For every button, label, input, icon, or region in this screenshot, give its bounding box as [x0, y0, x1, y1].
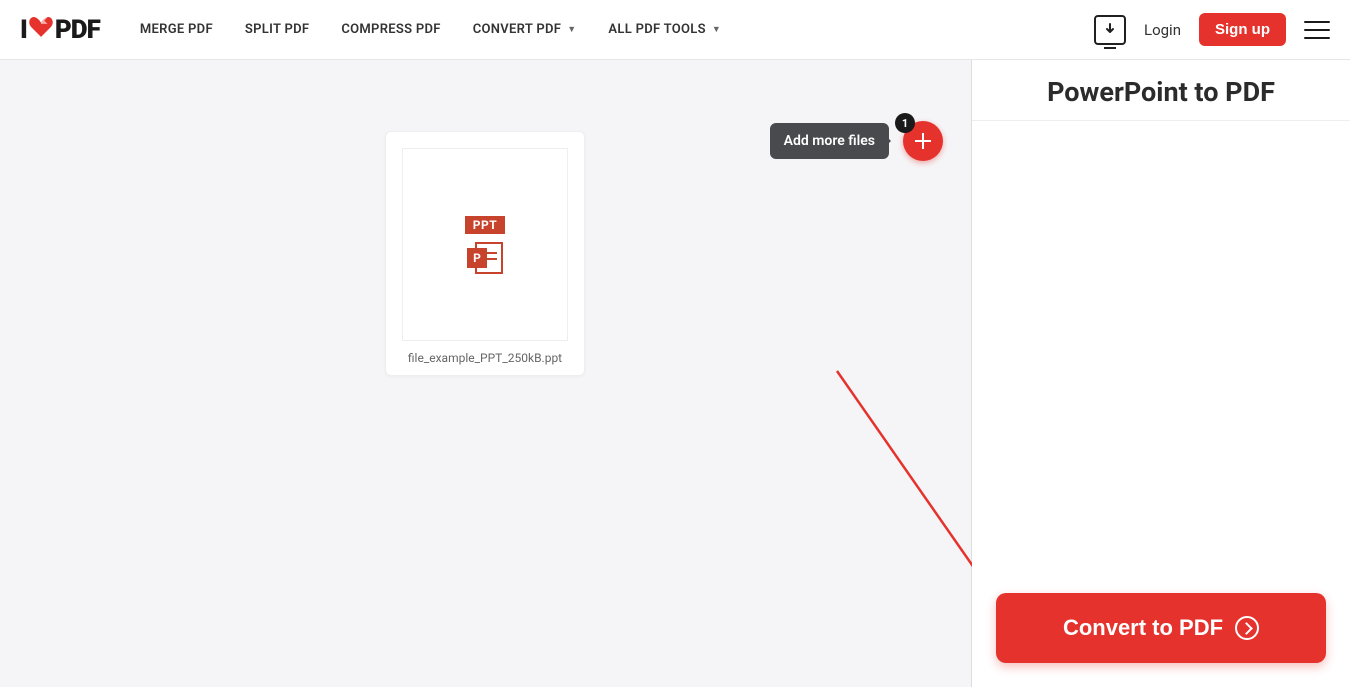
nav-compress-pdf[interactable]: COMPRESS PDF: [341, 22, 440, 37]
heart-icon: [28, 14, 54, 45]
main-nav: MERGE PDF SPLIT PDF COMPRESS PDF CONVERT…: [140, 22, 1094, 37]
download-desktop-icon[interactable]: [1094, 15, 1126, 45]
login-link[interactable]: Login: [1144, 21, 1181, 39]
logo-text-pre: I: [20, 15, 27, 45]
nav-label: ALL PDF TOOLS: [608, 22, 705, 37]
convert-button-label: Convert to PDF: [1063, 615, 1223, 641]
file-name: file_example_PPT_250kB.ppt: [408, 351, 562, 365]
file-card[interactable]: PPT P file_example_PPT_250kB.ppt: [385, 131, 585, 376]
file-thumbnail: PPT P: [402, 148, 568, 341]
file-type-badge: PPT: [465, 216, 505, 234]
nav-label: MERGE PDF: [140, 22, 213, 37]
workarea: PPT P file_example_PPT_250kB.ppt Add mor…: [0, 60, 972, 687]
content: PPT P file_example_PPT_250kB.ppt Add mor…: [0, 60, 1350, 687]
add-more-tooltip: Add more files: [770, 123, 889, 159]
nav-label: SPLIT PDF: [245, 22, 309, 37]
file-count-badge: 1: [895, 113, 915, 133]
hamburger-menu-icon[interactable]: [1304, 21, 1330, 39]
powerpoint-icon-letter: P: [467, 248, 487, 268]
arrow-right-circle-icon: [1235, 616, 1259, 640]
sidebar: PowerPoint to PDF Convert to PDF: [972, 60, 1350, 687]
convert-to-pdf-button[interactable]: Convert to PDF: [996, 593, 1326, 663]
chevron-down-icon: ▼: [567, 24, 576, 35]
nav-label: CONVERT PDF: [473, 22, 561, 37]
nav-convert-pdf[interactable]: CONVERT PDF ▼: [473, 22, 577, 37]
nav-label: COMPRESS PDF: [341, 22, 440, 37]
nav-all-pdf-tools[interactable]: ALL PDF TOOLS ▼: [608, 22, 721, 37]
chevron-down-icon: ▼: [712, 24, 721, 35]
nav-merge-pdf[interactable]: MERGE PDF: [140, 22, 213, 37]
header: I PDF MERGE PDF SPLIT PDF COMPRESS PDF C…: [0, 0, 1350, 60]
sidebar-title: PowerPoint to PDF: [972, 60, 1350, 121]
powerpoint-icon: P: [467, 242, 503, 274]
add-more-files: Add more files 1: [770, 121, 943, 161]
logo-text-post: PDF: [55, 15, 100, 45]
signup-button[interactable]: Sign up: [1199, 13, 1286, 46]
header-right: Login Sign up: [1094, 13, 1330, 46]
nav-split-pdf[interactable]: SPLIT PDF: [245, 22, 309, 37]
logo[interactable]: I PDF: [20, 14, 100, 45]
add-file-button[interactable]: 1: [903, 121, 943, 161]
